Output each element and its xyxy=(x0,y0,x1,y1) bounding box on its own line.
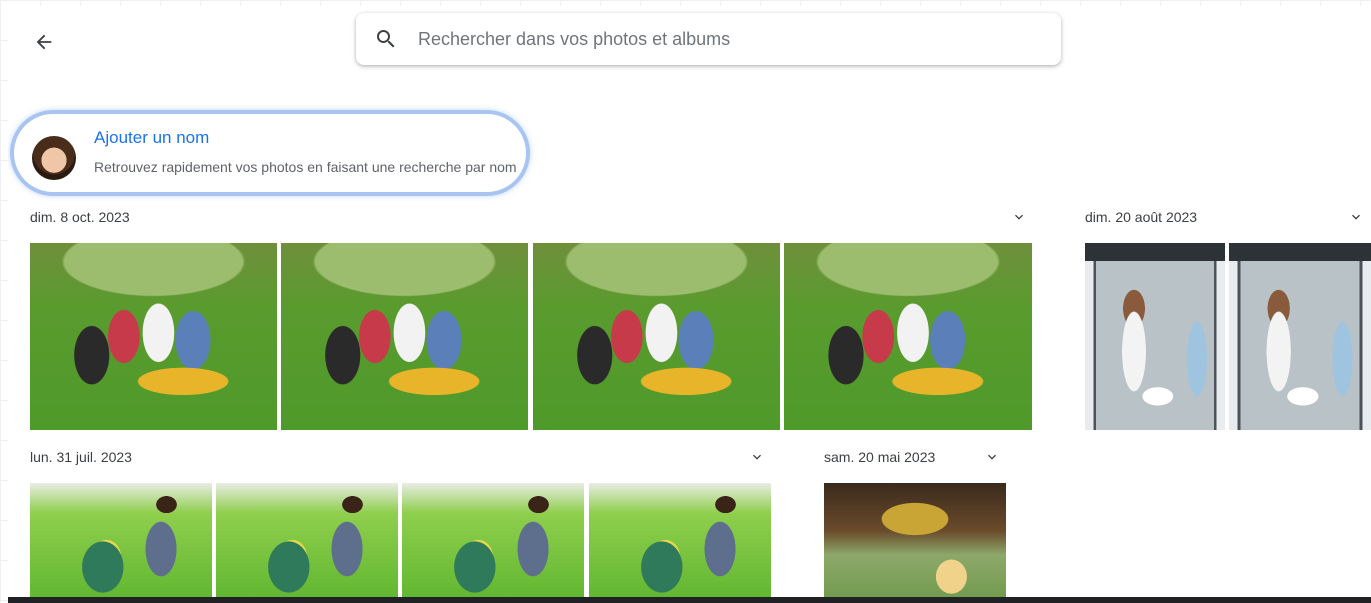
expand-group-aug-20-button[interactable] xyxy=(1346,207,1366,227)
back-button[interactable] xyxy=(30,28,58,56)
photos-window: Ajouter un nom Retrouvez rapidement vos … xyxy=(8,6,1371,603)
photo-tile[interactable] xyxy=(784,243,1032,430)
search-icon[interactable] xyxy=(374,27,398,51)
photo-tile[interactable] xyxy=(824,483,1006,603)
group-date-may-20: sam. 20 mai 2023 xyxy=(824,449,936,465)
chevron-down-icon xyxy=(753,454,761,460)
photo-tile[interactable] xyxy=(281,243,528,430)
photo-tile[interactable] xyxy=(533,243,780,430)
photo-tile[interactable] xyxy=(216,483,398,603)
photo-tile[interactable] xyxy=(30,483,212,603)
expand-group-oct-8-button[interactable] xyxy=(1009,207,1029,227)
arrow-left-icon xyxy=(36,34,52,50)
chevron-down-icon xyxy=(988,454,996,460)
expand-group-jul-31-button[interactable] xyxy=(747,447,767,467)
chevron-down-icon xyxy=(1352,214,1360,220)
expand-group-may-20-button[interactable] xyxy=(982,447,1002,467)
photo-tile[interactable] xyxy=(30,243,277,430)
group-date-aug-20: dim. 20 août 2023 xyxy=(1085,209,1198,225)
bottom-bar xyxy=(8,597,1371,603)
photo-tile[interactable] xyxy=(1085,243,1225,430)
search-input[interactable] xyxy=(416,27,1020,51)
search-bar[interactable] xyxy=(356,13,1061,65)
photo-tile[interactable] xyxy=(402,483,584,603)
chevron-down-icon xyxy=(1015,214,1023,220)
avatar xyxy=(32,136,76,180)
add-name-card[interactable]: Ajouter un nom Retrouvez rapidement vos … xyxy=(10,110,530,196)
group-date-jul-31: lun. 31 juil. 2023 xyxy=(30,449,132,465)
add-name-description: Retrouvez rapidement vos photos en faisa… xyxy=(94,159,517,175)
photo-tile[interactable] xyxy=(1229,243,1371,430)
add-name-link[interactable]: Ajouter un nom xyxy=(94,128,209,148)
group-date-oct-8: dim. 8 oct. 2023 xyxy=(30,209,130,225)
photo-tile[interactable] xyxy=(589,483,771,603)
